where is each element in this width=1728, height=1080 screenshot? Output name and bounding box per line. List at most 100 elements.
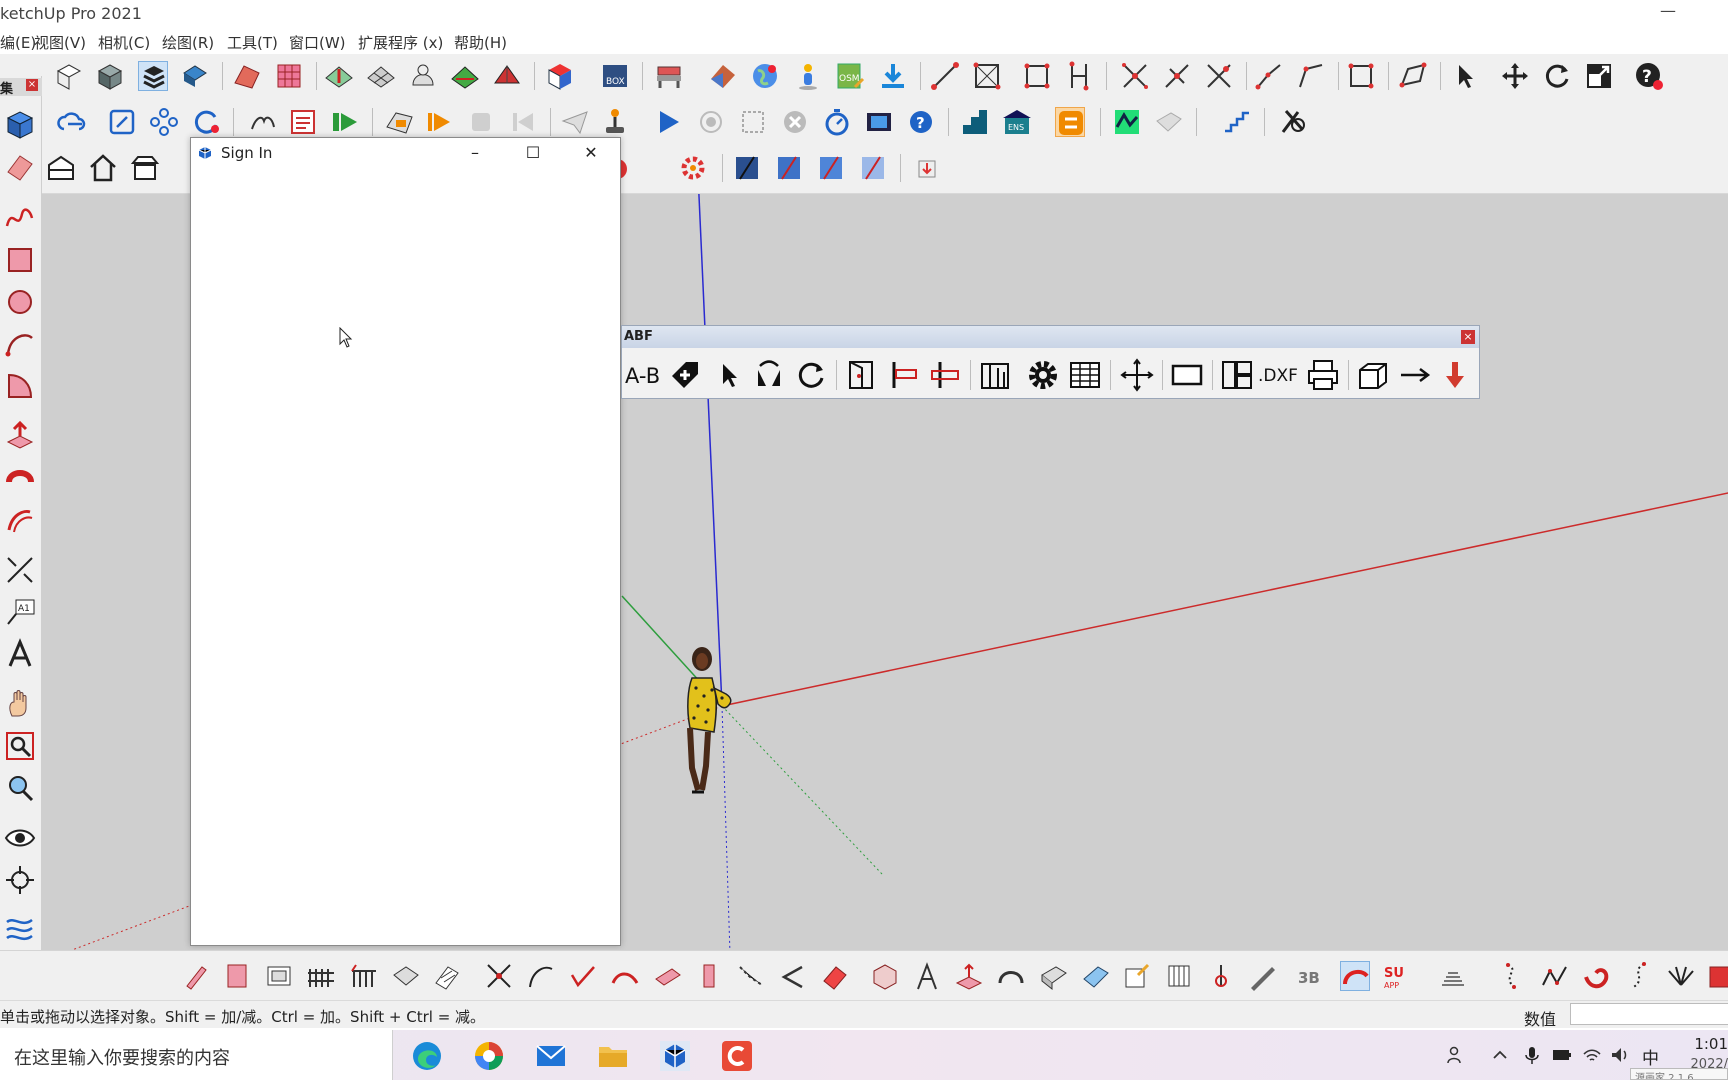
select-box-icon[interactable] [54,61,84,91]
circle-tool-icon[interactable] [4,286,36,318]
frame-select-icon[interactable] [107,107,137,137]
3d-warehouse-cube-icon[interactable] [545,61,575,91]
bt-dots-curve-icon[interactable] [1498,961,1528,991]
mail-icon[interactable] [534,1039,568,1073]
look-around-eye-icon[interactable] [4,822,36,854]
people-tray-icon[interactable] [1446,1045,1466,1065]
polygon-points-icon[interactable] [1398,61,1428,91]
prev-grey-icon[interactable] [508,107,538,137]
tools-gear-icon[interactable] [1278,107,1308,137]
abf-select-icon[interactable] [712,358,746,392]
bt-blue-sheet-icon[interactable] [1080,961,1110,991]
door-panel-icon[interactable] [844,358,878,392]
cabinet-box-icon[interactable] [1356,358,1390,392]
sign-in-content[interactable] [191,168,620,945]
play-orange-icon[interactable] [424,107,454,137]
edge-browser-icon[interactable] [410,1039,444,1073]
grid-surface-icon[interactable] [274,61,304,91]
bt-rail-icon[interactable] [348,961,378,991]
slash-dark-icon[interactable] [732,153,762,183]
report-form-icon[interactable] [288,107,318,137]
eraser-icon[interactable] [4,150,36,182]
ab-label-button[interactable]: A-B [625,364,660,388]
print-icon[interactable] [1306,358,1340,392]
street-view-person-icon[interactable] [793,61,823,91]
orange-swap-icon[interactable] [1055,107,1085,137]
pie-tool-icon[interactable] [4,370,36,402]
zoom-extents-icon[interactable] [4,772,36,804]
c-app-icon[interactable] [720,1039,754,1073]
trim-lines-icon[interactable] [1204,61,1234,91]
sandbox-mound-icon[interactable] [408,61,438,91]
store-icon[interactable] [130,153,160,183]
bt-post-icon[interactable] [694,961,724,991]
menu-window[interactable]: 窗口(W) [289,32,346,53]
sandbox-triangle-icon[interactable] [492,61,522,91]
bt-pen-icon[interactable] [1248,961,1278,991]
paper-plane-grey-icon[interactable] [560,107,590,137]
bt-curve-icon[interactable] [526,961,556,991]
freehand-icon[interactable] [4,202,36,234]
chevron-up-icon[interactable] [1490,1045,1510,1065]
scene-orange-icon[interactable] [384,107,414,137]
layers-box-icon[interactable] [138,61,168,91]
cross-box-icon[interactable] [972,61,1002,91]
bt-pin-icon[interactable] [1206,961,1236,991]
taskbar-search-box[interactable]: 在这里输入你要搜索的内容 [0,1030,393,1080]
shaded-box-icon[interactable] [95,61,125,91]
zoom-window-icon[interactable] [4,730,36,762]
arrow-right-icon[interactable] [1398,358,1432,392]
bt-arch-icon[interactable] [996,961,1026,991]
frame-points-icon[interactable] [1346,61,1376,91]
bt-pencil-icon[interactable] [182,961,212,991]
bt-stripes-icon[interactable] [432,961,462,991]
joystick-icon[interactable] [600,107,630,137]
flip-rotate-icon[interactable] [752,358,786,392]
move-center-icon[interactable] [1120,358,1154,392]
sign-in-close-button[interactable]: ✕ [562,138,620,168]
components-cube-icon[interactable] [4,108,36,140]
bt-block-icon[interactable] [870,961,900,991]
stairs-block-icon[interactable] [960,107,990,137]
divide-edges-icon[interactable] [1064,61,1094,91]
bt-chain-icon[interactable] [736,961,766,991]
offset-icon[interactable] [4,504,36,536]
arc-tool-icon[interactable] [4,328,36,360]
tag-plus-icon[interactable] [668,358,702,392]
window-minimize-button[interactable]: — [1648,0,1688,28]
cancel-circle-icon[interactable] [780,107,810,137]
bt-a-frame-icon[interactable] [912,961,942,991]
bt-3b-icon[interactable]: 3B [1296,961,1326,991]
scale-icon[interactable] [1584,61,1614,91]
file-explorer-icon[interactable] [596,1039,630,1073]
map-tool-icon[interactable] [1112,107,1142,137]
measurements-input[interactable] [1570,1003,1728,1025]
bt-window-frame-icon[interactable] [264,961,294,991]
bt-su-app-icon[interactable]: SU APP [1382,961,1412,991]
bt-fan-icon[interactable] [1666,961,1696,991]
wifi-icon[interactable] [1582,1045,1602,1065]
bt-plank-icon[interactable] [390,961,420,991]
bt-stack-layers-icon[interactable] [1438,961,1468,991]
select-arrow-icon[interactable] [1450,61,1480,91]
bt-cross-red-icon[interactable] [484,961,514,991]
bt-dotted-curve-icon[interactable] [1624,961,1654,991]
menu-edit[interactable]: 编(E) [0,32,36,53]
intersect-points-icon[interactable] [1120,61,1150,91]
box-extension-icon[interactable]: BOX [600,61,630,91]
bt-door-icon[interactable] [222,961,252,991]
menu-tools[interactable]: 工具(T) [227,32,278,53]
steps-line-icon[interactable] [1222,107,1252,137]
3d-text-icon[interactable] [4,638,36,670]
refresh-blue-icon[interactable] [191,107,221,137]
edge-band-mid-icon[interactable] [928,358,962,392]
geo-location-icon[interactable] [708,61,738,91]
tray-close-button[interactable]: × [26,79,38,91]
refresh-cycle-icon[interactable] [794,358,828,392]
microphone-icon[interactable] [1522,1045,1542,1065]
position-camera-icon[interactable] [4,864,36,896]
sandbox-flip-icon[interactable] [450,61,480,91]
bt-eraser-red-icon[interactable] [820,961,850,991]
record-grey-icon[interactable] [696,107,726,137]
tape-measure-icon[interactable] [4,554,36,586]
